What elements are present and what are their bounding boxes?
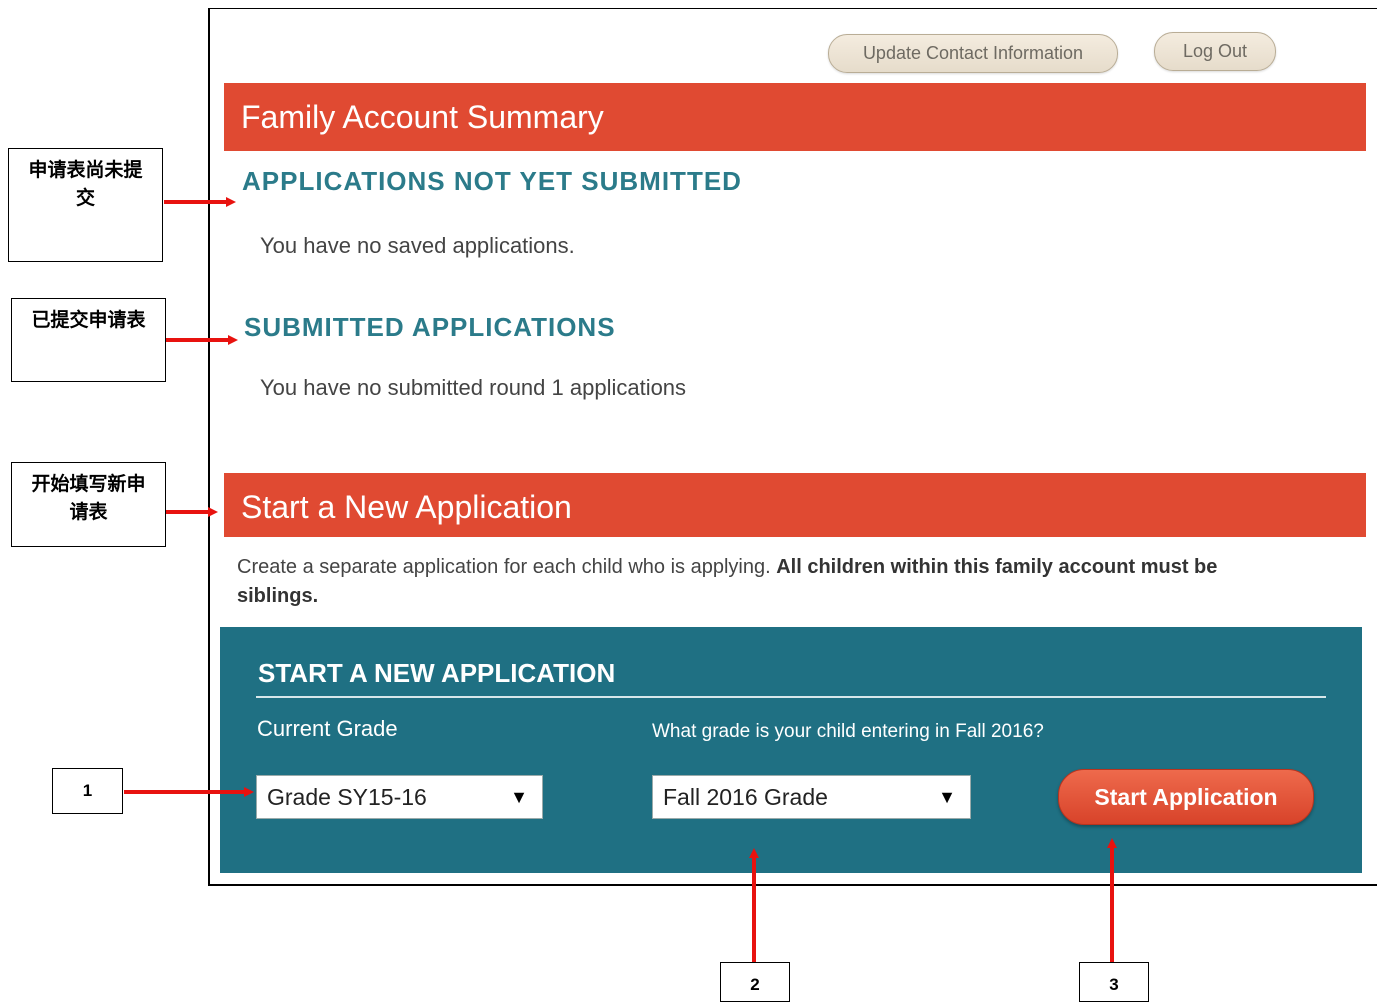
annotation-arrows [124,197,1117,962]
